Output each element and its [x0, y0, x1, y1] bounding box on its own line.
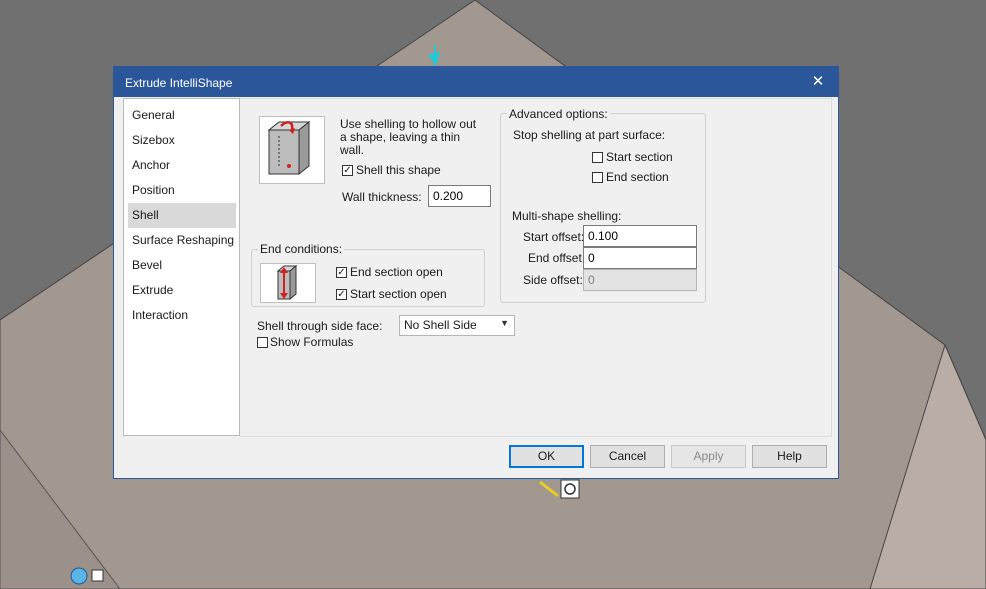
nav-list: General Sizebox Anchor Position Shell Su… [123, 98, 240, 436]
shell-this-shape-checkbox[interactable]: ✓ [342, 165, 353, 176]
shell-illustration-icon [259, 116, 325, 184]
end-section-open-checkbox[interactable]: ✓ [336, 267, 347, 278]
wall-thickness-input[interactable] [428, 185, 491, 207]
end-offset-input[interactable] [583, 247, 697, 269]
start-section-open-checkbox[interactable]: ✓ [336, 289, 347, 300]
close-button[interactable]: ✕ [798, 67, 838, 97]
extrude-intellishape-dialog: Extrude IntelliShape ✕ General Sizebox A… [113, 66, 839, 479]
stop-shelling-label: Stop shelling at part surface: [513, 128, 666, 142]
shell-through-value: No Shell Side [404, 318, 477, 332]
nav-item-bevel[interactable]: Bevel [128, 253, 236, 278]
dialog-title: Extrude IntelliShape [125, 76, 233, 90]
nav-item-extrude[interactable]: Extrude [128, 278, 236, 303]
side-offset-input [583, 269, 697, 291]
end-offset-label: End offset: [528, 251, 586, 265]
shell-through-dropdown[interactable]: No Shell Side ▼ [399, 315, 515, 336]
ok-button[interactable]: OK [509, 445, 584, 468]
shell-this-shape-label: Shell this shape [356, 163, 441, 177]
nav-item-surface-reshaping[interactable]: Surface Reshaping [128, 228, 236, 253]
title-bar[interactable]: Extrude IntelliShape ✕ [114, 67, 838, 97]
stop-end-section-checkbox[interactable] [592, 172, 603, 183]
start-offset-label: Start offset: [523, 230, 585, 244]
end-conditions-title: End conditions: [258, 242, 345, 256]
start-offset-input[interactable] [583, 225, 697, 247]
close-icon: ✕ [811, 73, 825, 90]
shell-through-label: Shell through side face: [257, 319, 383, 333]
stop-start-section-checkbox[interactable] [592, 152, 603, 163]
multi-shape-label: Multi-shape shelling: [512, 209, 622, 223]
shell-description: Use shelling to hollow out a shape, leav… [340, 117, 477, 157]
nav-item-interaction[interactable]: Interaction [128, 303, 236, 328]
end-section-open-label: End section open [350, 265, 443, 279]
nav-item-anchor[interactable]: Anchor [128, 153, 236, 178]
show-formulas-checkbox[interactable] [257, 337, 268, 348]
button-separator [240, 436, 832, 437]
nav-item-position[interactable]: Position [128, 178, 236, 203]
start-section-open-label: Start section open [350, 287, 447, 301]
end-conditions-icon [260, 263, 316, 303]
nav-item-shell[interactable]: Shell [128, 203, 236, 228]
nav-item-general[interactable]: General [128, 103, 236, 128]
stop-start-section-label: Start section [606, 150, 673, 164]
side-offset-label: Side offset: [523, 273, 583, 287]
shell-panel: Use shelling to hollow out a shape, leav… [240, 98, 832, 436]
chevron-down-icon: ▼ [500, 318, 509, 328]
advanced-options-title: Advanced options: [507, 107, 610, 121]
cancel-button[interactable]: Cancel [590, 445, 665, 468]
help-button[interactable]: Help [752, 445, 827, 468]
nav-item-sizebox[interactable]: Sizebox [128, 128, 236, 153]
show-formulas-label: Show Formulas [270, 335, 354, 349]
wall-thickness-label: Wall thickness: [342, 190, 422, 204]
stop-end-section-label: End section [606, 170, 669, 184]
apply-button: Apply [671, 445, 746, 468]
